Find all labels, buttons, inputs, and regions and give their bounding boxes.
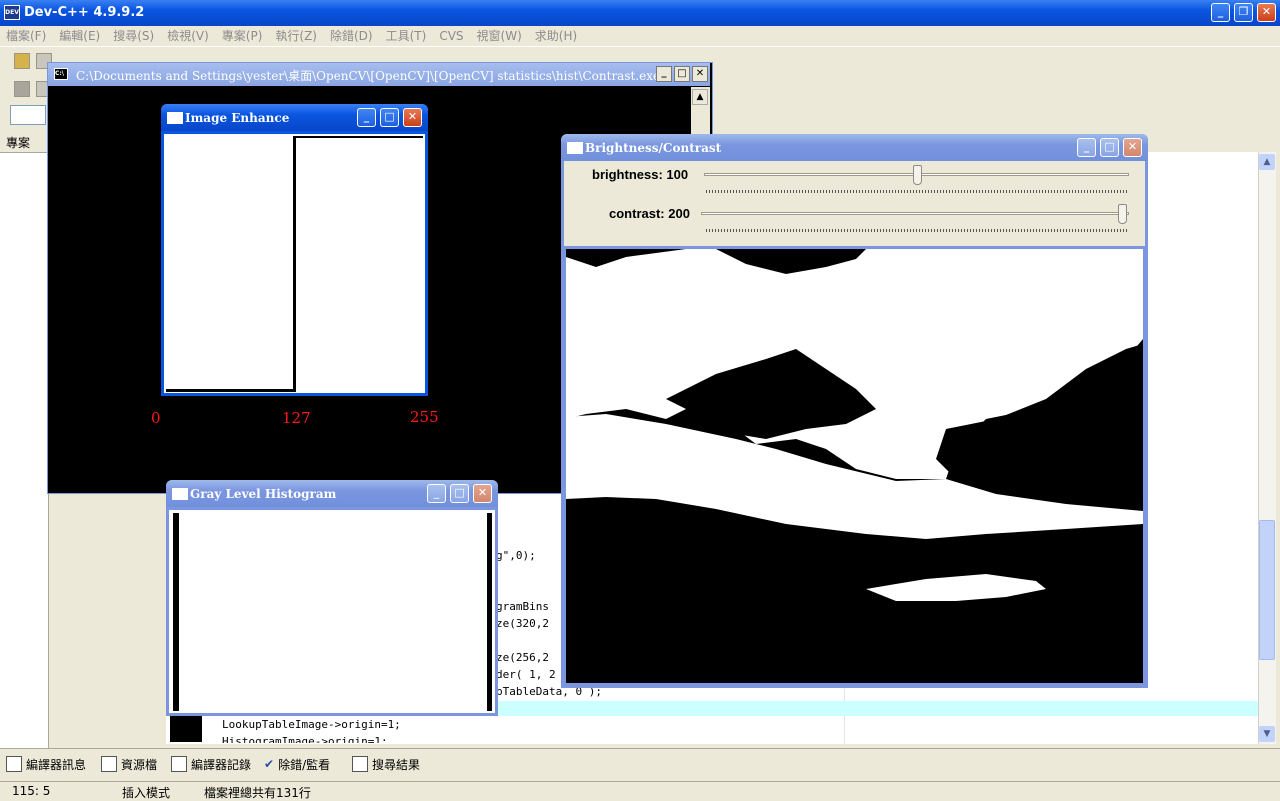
status-bar: 115: 5 插入模式 檔案裡總共有131行 bbox=[0, 781, 1280, 801]
restore-button[interactable]: ❐ bbox=[1234, 3, 1253, 22]
minimize-button[interactable]: _ bbox=[357, 108, 376, 127]
tab-compiler-messages[interactable]: 編譯器訊息 bbox=[6, 752, 86, 776]
histogram-image bbox=[169, 510, 495, 713]
water-reflection bbox=[866, 574, 1046, 601]
close-button[interactable]: ✕ bbox=[1257, 3, 1276, 22]
code-line: ze(256,2 bbox=[496, 651, 549, 664]
image-enhance-window[interactable]: Image Enhance _ □ ✕ bbox=[161, 104, 428, 396]
menu-help[interactable]: 求助(H) bbox=[535, 29, 577, 43]
contrast-result-image bbox=[566, 249, 1143, 683]
trackbar-panel: brightness: 100 contrast: 200 bbox=[564, 161, 1145, 246]
code-line: LookupTableImage->origin=1; bbox=[222, 718, 401, 731]
maximize-button[interactable]: □ bbox=[450, 484, 469, 503]
histogram-window[interactable]: Gray Level Histogram _ □ ✕ bbox=[166, 480, 498, 716]
menu-window[interactable]: 視窗(W) bbox=[477, 29, 522, 43]
code-line: HistogramImage->origin=1; bbox=[222, 735, 388, 743]
status-mode: 插入模式 bbox=[122, 786, 171, 800]
maximize-button[interactable]: □ bbox=[1100, 138, 1119, 157]
scroll-up-button[interactable]: ▲ bbox=[1259, 154, 1275, 170]
minimize-button[interactable]: _ bbox=[427, 484, 446, 503]
contrast-slider-ticks bbox=[706, 229, 1128, 232]
menu-tools[interactable]: 工具(T) bbox=[386, 29, 427, 43]
bc-title-bar[interactable]: Brightness/Contrast _ □ ✕ bbox=[561, 134, 1148, 161]
tab-compile-log[interactable]: 編譯器記錄 bbox=[171, 752, 251, 776]
class-combo[interactable] bbox=[10, 105, 46, 125]
menu-view[interactable]: 檢視(V) bbox=[167, 29, 209, 43]
status-position: 115: 5 bbox=[12, 784, 51, 798]
resource-icon bbox=[101, 756, 117, 772]
close-button[interactable]: ✕ bbox=[473, 484, 492, 503]
menu-project[interactable]: 專案(P) bbox=[222, 29, 263, 43]
contrast-slider-thumb[interactable] bbox=[1118, 204, 1127, 224]
histogram-bar-right bbox=[487, 513, 492, 711]
enhance-title: Image Enhance bbox=[185, 111, 290, 125]
ide-title-bar[interactable]: DEV Dev-C++ 4.9.9.2 _ ❐ ✕ bbox=[0, 0, 1280, 26]
editor-scrollbar[interactable]: ▲ ▼ bbox=[1258, 152, 1276, 744]
tab-search-results[interactable]: 搜尋結果 bbox=[352, 752, 420, 776]
check-icon: ✔ bbox=[264, 757, 275, 771]
code-line: der( 1, 2 bbox=[496, 668, 556, 681]
chart-icon bbox=[171, 756, 187, 772]
lookup-curve-top bbox=[293, 136, 423, 138]
bc-title: Brightness/Contrast bbox=[585, 141, 722, 155]
code-line: g",0); bbox=[496, 549, 536, 562]
brightness-label: brightness: 100 bbox=[592, 167, 689, 182]
code-line: ze(320,2 bbox=[496, 617, 549, 630]
brightness-slider-ticks bbox=[706, 190, 1128, 193]
menu-bar: 檔案(F) 編輯(E) 搜尋(S) 檢視(V) 專案(P) 執行(Z) 除錯(D) 工具(T)… bbox=[0, 26, 1280, 44]
close-button[interactable]: ✕ bbox=[692, 66, 708, 82]
menu-debug[interactable]: 除錯(D) bbox=[330, 29, 373, 43]
gutter-mark bbox=[170, 714, 202, 742]
window-icon bbox=[567, 142, 583, 154]
ide-title: Dev-C++ 4.9.9.2 bbox=[24, 5, 145, 20]
histogram-title-bar[interactable]: Gray Level Histogram bbox=[166, 480, 498, 507]
console-title: C:\Documents and Settings\yester\桌面\Open… bbox=[76, 69, 661, 83]
scroll-thumb[interactable] bbox=[1259, 520, 1275, 660]
result-image-svg bbox=[566, 249, 1143, 601]
brightness-contrast-window[interactable]: Brightness/Contrast _ □ ✕ brightness: 10… bbox=[561, 134, 1148, 688]
contrast-label: contrast: 200 bbox=[609, 206, 690, 221]
maximize-button[interactable]: □ bbox=[674, 66, 690, 82]
menu-edit[interactable]: 編輯(E) bbox=[59, 29, 100, 43]
tab-resources[interactable]: 資源檔 bbox=[101, 752, 157, 776]
close-button[interactable]: ✕ bbox=[1123, 138, 1142, 157]
menu-search[interactable]: 搜尋(S) bbox=[113, 29, 154, 43]
tab-project[interactable]: 專案 bbox=[6, 134, 30, 151]
minimize-button[interactable]: _ bbox=[1211, 3, 1230, 22]
lookup-curve-bottom bbox=[166, 389, 296, 392]
menu-run[interactable]: 執行(Z) bbox=[275, 29, 317, 43]
code-line: gramBins bbox=[496, 600, 549, 613]
maximize-button[interactable]: □ bbox=[380, 108, 399, 127]
grid-icon bbox=[6, 756, 22, 772]
menu-file[interactable]: 檔案(F) bbox=[6, 29, 46, 43]
lookup-table-image bbox=[164, 134, 425, 393]
scroll-up-button[interactable]: ▲ bbox=[692, 89, 708, 105]
menu-cvs[interactable]: CVS bbox=[439, 29, 463, 43]
console-title-bar[interactable]: C:\ C:\Documents and Settings\yester\桌面\… bbox=[48, 63, 710, 86]
new-icon[interactable] bbox=[14, 53, 30, 69]
console-icon: C:\ bbox=[54, 68, 68, 80]
tab-debug[interactable]: ✔ 除錯/監看 bbox=[264, 752, 330, 776]
scroll-down-button[interactable]: ▼ bbox=[1259, 726, 1275, 742]
lookup-curve-vertical bbox=[293, 136, 296, 392]
status-lines: 檔案裡總共有131行 bbox=[204, 786, 311, 800]
window-icon bbox=[172, 488, 188, 500]
histogram-title: Gray Level Histogram bbox=[190, 487, 337, 501]
app-icon: DEV bbox=[4, 5, 20, 20]
close-button[interactable]: ✕ bbox=[403, 108, 422, 127]
search-icon bbox=[352, 756, 368, 772]
axis-label-255: 255 bbox=[410, 408, 439, 426]
minimize-button[interactable]: _ bbox=[656, 66, 672, 82]
window-icon bbox=[167, 112, 183, 124]
histogram-bar-left bbox=[173, 513, 179, 711]
axis-label-127: 127 bbox=[282, 409, 311, 427]
minimize-button[interactable]: _ bbox=[1077, 138, 1096, 157]
enhance-title-bar[interactable]: Image Enhance _ □ ✕ bbox=[161, 104, 428, 131]
class-browser-icon[interactable] bbox=[14, 81, 30, 97]
brightness-slider-thumb[interactable] bbox=[912, 165, 922, 185]
project-panel: 專案 bbox=[0, 130, 49, 748]
contrast-slider-track[interactable] bbox=[701, 212, 1129, 215]
axis-label-0: 0 bbox=[151, 409, 161, 427]
